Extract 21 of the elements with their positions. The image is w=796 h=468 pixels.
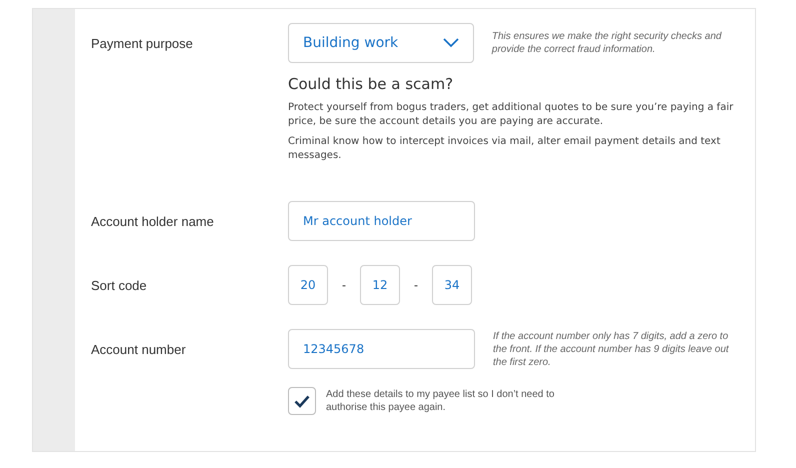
checkbox[interactable] xyxy=(288,387,316,415)
hint-text: If the account number only has 7 digits, add a zero to the front. If the account number has 9 digits leave out the first zero. xyxy=(493,330,730,368)
check-icon xyxy=(294,394,310,408)
warning-heading: Could this be a scam? xyxy=(288,75,454,93)
account-number-field[interactable]: 12345678 xyxy=(288,329,475,369)
sort-code-field[interactable]: 20 xyxy=(288,265,328,305)
chevron-down-icon xyxy=(442,38,459,48)
payment-purpose-dropdown[interactable]: Building work xyxy=(288,23,474,63)
field-label: Account holder name xyxy=(91,214,215,228)
separator-dash: - xyxy=(413,278,419,292)
warning-paragraph: Protect yourself from bogus traders, get additional quotes to be sure you’re paying a fair price, be sure the account details you are paying are accurate. xyxy=(288,101,734,129)
separator-dash: - xyxy=(341,278,347,292)
sort-code-field[interactable]: 34 xyxy=(432,265,472,305)
checkbox-label: Add these details to my payee list so I don’t need to authorise this payee again. xyxy=(326,388,556,414)
sort-code-field[interactable]: 12 xyxy=(360,265,400,305)
field-label: Sort code xyxy=(91,278,148,292)
hint-text: This ensures we make the right security checks and provide the correct fraud information. xyxy=(492,30,723,56)
account-holder-field[interactable]: Mr account holder xyxy=(288,201,475,241)
field-label: Payment purpose xyxy=(91,36,194,50)
field-label: Account number xyxy=(91,342,187,356)
warning-paragraph: Criminal know how to intercept invoices via mail, alter email payment details and text messages. xyxy=(288,135,722,163)
